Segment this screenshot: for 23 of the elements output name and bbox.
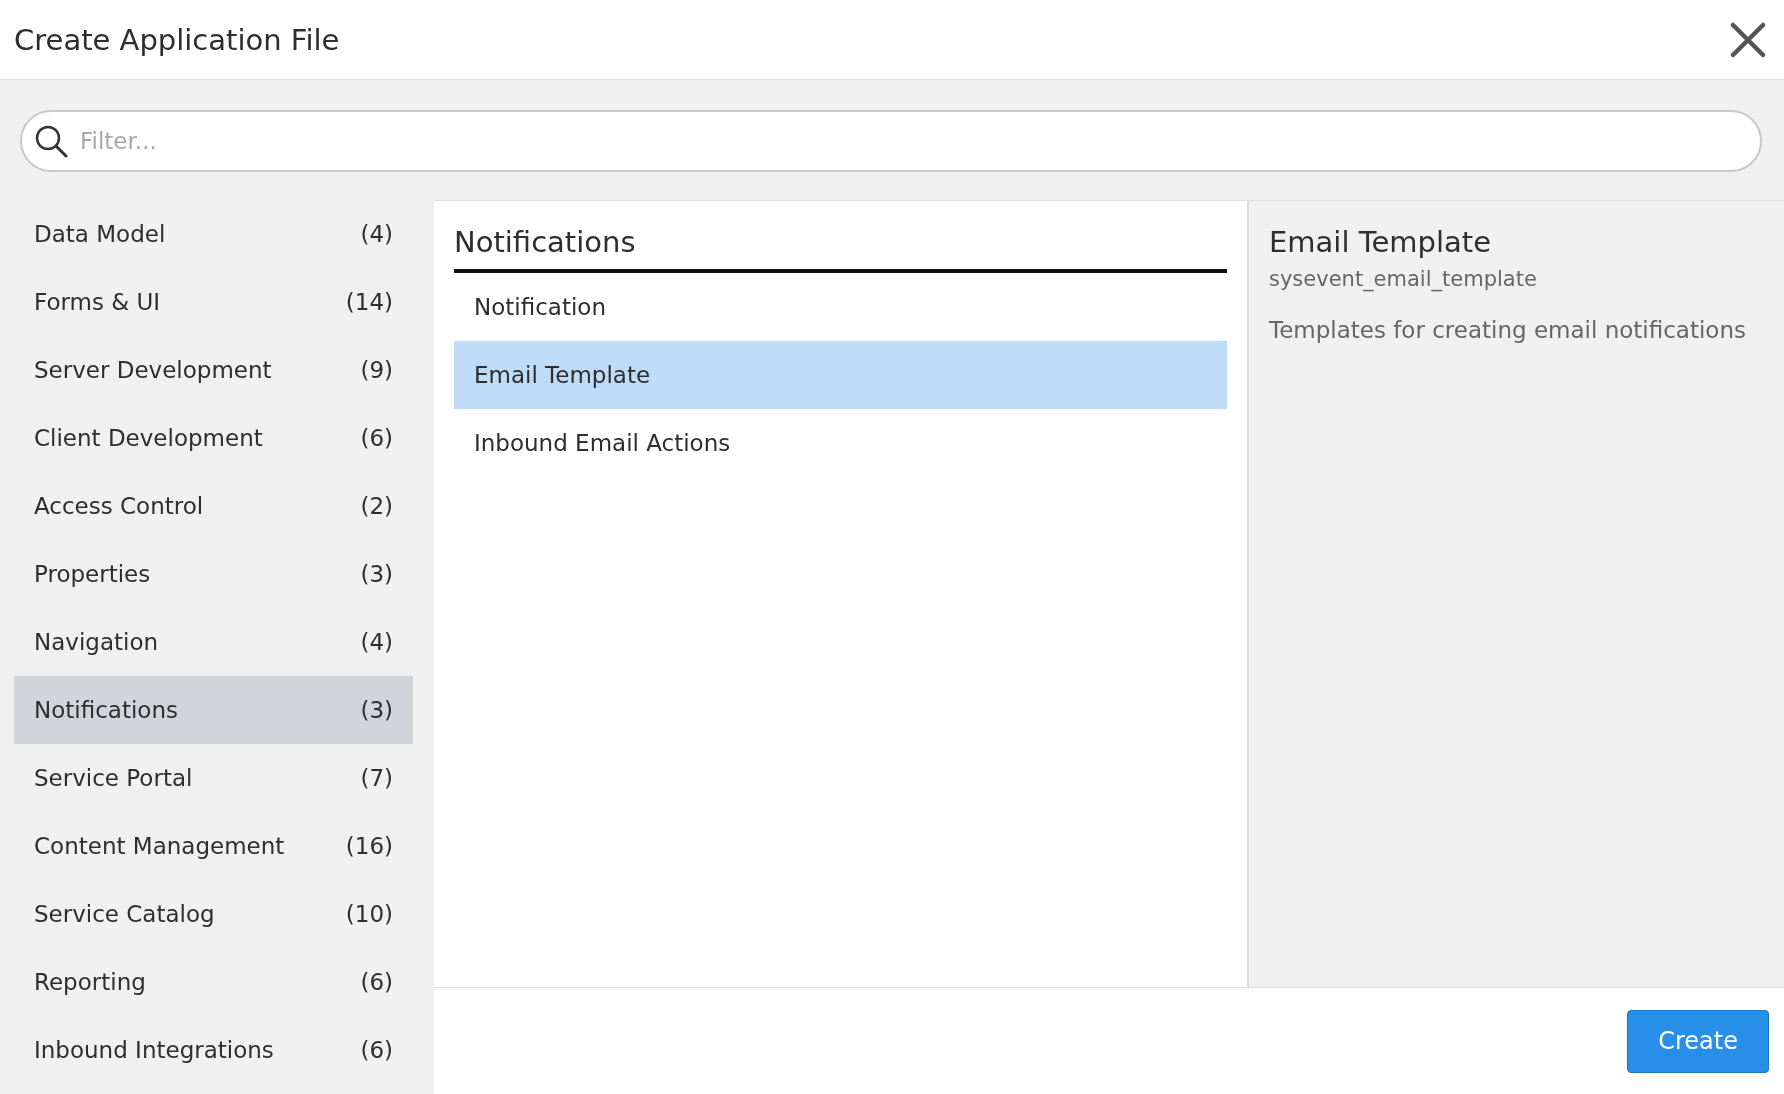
category-item[interactable]: Service Catalog (10) <box>14 880 413 948</box>
category-item[interactable]: Content Management (16) <box>14 812 413 880</box>
category-item[interactable]: Access Control (2) <box>14 472 413 540</box>
file-type-item[interactable]: Email Template <box>454 341 1227 409</box>
file-type-item[interactable]: Notification <box>454 273 1227 341</box>
section-heading: Notifications <box>454 225 1227 273</box>
filter-field[interactable]: Filter... <box>20 110 1762 172</box>
category-item[interactable]: Server Development (9) <box>14 336 413 404</box>
category-item[interactable]: Navigation (4) <box>14 608 413 676</box>
close-icon[interactable] <box>1730 21 1766 58</box>
category-item[interactable]: Inbound Integrations (6) <box>14 1016 413 1084</box>
category-item[interactable]: Properties (3) <box>14 540 413 608</box>
details-title: Email Template <box>1269 225 1492 259</box>
category-item[interactable]: Client Development (6) <box>14 404 413 472</box>
category-item[interactable]: Forms & UI (14) <box>14 268 413 336</box>
category-item[interactable]: Service Portal (7) <box>14 744 413 812</box>
category-item[interactable]: Data Model (4) <box>14 200 413 268</box>
dialog-title: Create Application File <box>14 22 340 57</box>
table-name: sysevent_email_template <box>1269 267 1538 291</box>
description-text: Templates for creating email notifications <box>1269 317 1747 343</box>
file-type-item[interactable]: Inbound Email Actions <box>454 409 1227 477</box>
category-item[interactable]: Notifications (3) <box>14 676 413 744</box>
category-item[interactable]: Reporting (6) <box>14 948 413 1016</box>
